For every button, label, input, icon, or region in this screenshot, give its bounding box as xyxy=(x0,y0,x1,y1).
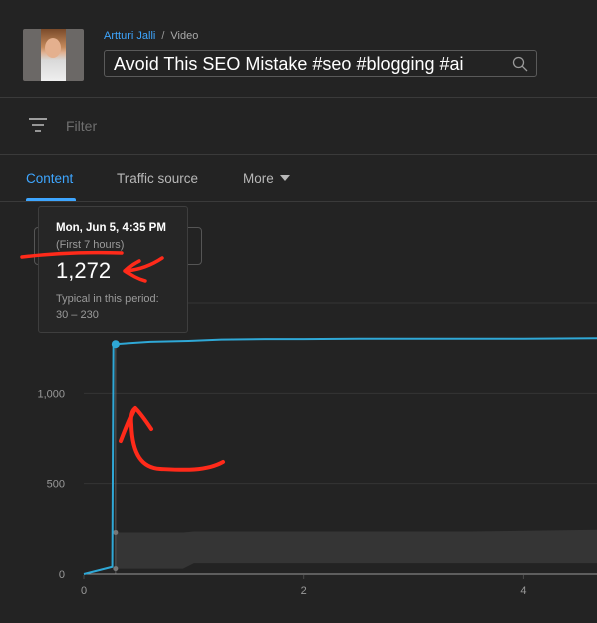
axes xyxy=(83,573,597,579)
tooltip-period: (First 7 hours) xyxy=(56,239,125,251)
filter-input[interactable]: Filter xyxy=(66,118,97,134)
highlight-point xyxy=(111,340,120,349)
breadcrumb-separator: / xyxy=(161,30,165,42)
tooltip-typical: Typical in this period: 30 – 230 xyxy=(56,291,159,323)
thumbnail-face xyxy=(45,38,61,58)
typical-range-band xyxy=(115,529,597,569)
spike-annotation-arrow xyxy=(119,406,225,472)
tab-content[interactable]: Content xyxy=(26,171,73,186)
tab-traffic-source[interactable]: Traffic source xyxy=(117,171,198,186)
filter-icon[interactable] xyxy=(28,117,48,133)
breadcrumb-current: Video xyxy=(170,30,199,42)
filter-bar: Filter xyxy=(0,98,597,155)
tab-more[interactable]: More xyxy=(243,171,290,186)
tooltip-typical-range: 30 – 230 xyxy=(56,309,99,321)
video-header: Artturi Jalli / Video Avoid This SEO Mista… xyxy=(0,0,597,98)
video-selector[interactable]: Avoid This SEO Mistake #seo #blogging #a… xyxy=(104,50,537,77)
breadcrumb-channel-link[interactable]: Artturi Jalli xyxy=(104,30,155,42)
chart-tooltip: Mon, Jun 5, 4:35 PM (First 7 hours) 1,27… xyxy=(38,206,188,333)
band-high-marker xyxy=(113,529,119,535)
x-tick-label: 0 xyxy=(81,585,87,597)
typical-band xyxy=(113,344,597,574)
video-thumbnail[interactable] xyxy=(23,29,84,81)
x-tick-label: 2 xyxy=(301,585,307,597)
breadcrumb: Artturi Jalli / Video xyxy=(104,30,198,42)
thumbnail-photo xyxy=(41,29,66,81)
tab-bar: Content Traffic source More xyxy=(0,155,597,202)
tooltip-date: Mon, Jun 5, 4:35 PM xyxy=(56,222,166,234)
y-tick-label: 0 xyxy=(59,569,65,581)
annotations xyxy=(119,406,225,472)
video-title: Avoid This SEO Mistake #seo #blogging #a… xyxy=(114,54,464,74)
active-tab-indicator xyxy=(26,198,76,201)
tick-labels: 0 2 4 0 500 1,000 xyxy=(37,388,526,597)
tab-more-label: More xyxy=(243,171,274,186)
search-icon[interactable] xyxy=(512,56,528,72)
y-tick-label: 500 xyxy=(47,479,65,491)
tooltip-typical-label: Typical in this period: xyxy=(56,293,159,305)
y-tick-label: 1,000 xyxy=(37,388,65,400)
tooltip-value: 1,272 xyxy=(56,258,112,283)
band-low-marker xyxy=(113,566,119,572)
caret-down-icon xyxy=(279,175,290,181)
x-tick-label: 4 xyxy=(520,585,526,597)
